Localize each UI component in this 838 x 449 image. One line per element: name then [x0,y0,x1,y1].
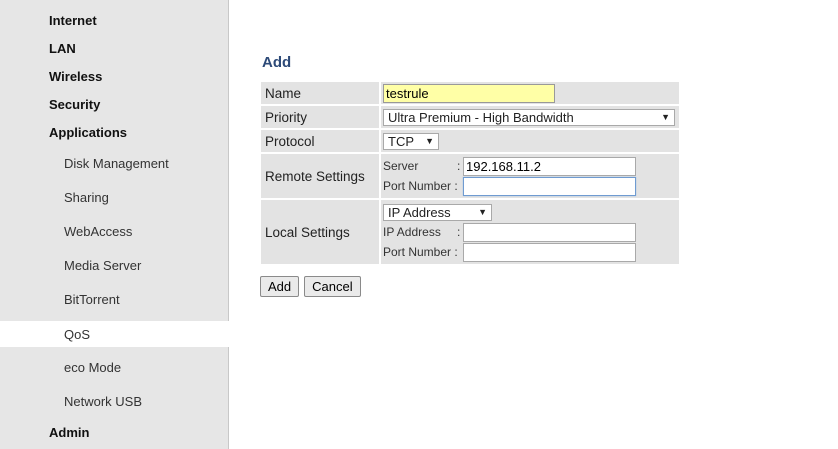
sidebar-item-label: LAN [49,40,76,56]
page-title: Add [262,54,292,71]
priority-label: Priority [261,106,379,128]
sidebar-item-label: BitTorrent [64,291,120,307]
remote-server-input[interactable] [463,156,636,176]
server-label: Server [383,159,419,173]
sidebar-item-label: Disk Management [64,155,169,171]
sidebar-item-sharing[interactable]: Sharing [0,184,228,210]
priority-select[interactable]: Ultra Premium - High Bandwidth ▼ [383,108,675,126]
sidebar-item-security[interactable]: Security [0,91,228,117]
local-address-type-value: IP Address [388,204,451,220]
chevron-down-icon: ▼ [425,136,434,146]
remote-port-label: Port Number : [383,179,458,193]
sidebar-item-admin[interactable]: Admin [0,419,228,445]
sidebar-item-webaccess[interactable]: WebAccess [0,218,228,244]
priority-selected-value: Ultra Premium - High Bandwidth [388,109,574,125]
remote-port-input[interactable] [463,176,636,196]
sidebar-item-bittorrent[interactable]: BitTorrent [0,286,228,312]
local-ip-input[interactable] [463,222,636,242]
sidebar-item-label: Network USB [64,393,143,409]
sidebar-item-label: eco Mode [64,359,122,375]
sidebar-item-applications[interactable]: Applications [0,119,228,145]
sidebar-item-lan[interactable]: LAN [0,35,228,61]
protocol-select[interactable]: TCP ▼ [383,132,439,150]
main-content: Add Name Priority Ultra Premium - High B… [229,0,838,449]
add-button[interactable]: Add [260,276,300,297]
sidebar-item-disk-management[interactable]: Disk Management [0,150,228,176]
sidebar-item-label: Applications [49,124,128,140]
sidebar-item-eco-mode[interactable]: eco Mode [0,354,228,380]
local-port-label: Port Number : [383,245,458,259]
local-address-type-select[interactable]: IP Address ▼ [383,203,492,221]
sidebar-item-internet[interactable]: Internet [0,7,228,33]
protocol-label: Protocol [261,130,379,152]
sidebar: Internet LAN Wireless Security Applicati… [0,0,229,449]
chevron-down-icon: ▼ [661,112,670,122]
protocol-selected-value: TCP [388,133,414,149]
name-field[interactable] [383,83,555,103]
sidebar-item-wireless[interactable]: Wireless [0,63,228,89]
form-actions: Add Cancel [260,276,361,297]
local-port-input[interactable] [463,242,636,262]
qos-rule-form: Name Priority Ultra Premium - High Bandw… [259,80,681,266]
sidebar-item-label: Sharing [64,189,109,205]
sidebar-item-label: QoS [64,326,91,342]
cancel-button[interactable]: Cancel [304,276,361,297]
sidebar-item-label: Wireless [49,68,103,84]
local-settings-label: Local Settings [261,200,379,264]
chevron-down-icon: ▼ [478,207,487,217]
remote-settings-label: Remote Settings [261,154,379,198]
sidebar-item-label: Admin [49,424,90,440]
sidebar-item-label: Media Server [64,257,142,273]
sidebar-item-label: Internet [49,12,97,28]
sidebar-item-label: WebAccess [64,223,133,239]
sidebar-item-media-server[interactable]: Media Server [0,252,228,278]
ip-address-label: IP Address [383,225,441,239]
sidebar-item-qos[interactable]: QoS [0,321,229,347]
sidebar-item-network-usb[interactable]: Network USB [0,388,228,414]
name-label: Name [261,82,379,104]
sidebar-item-label: Security [49,96,101,112]
